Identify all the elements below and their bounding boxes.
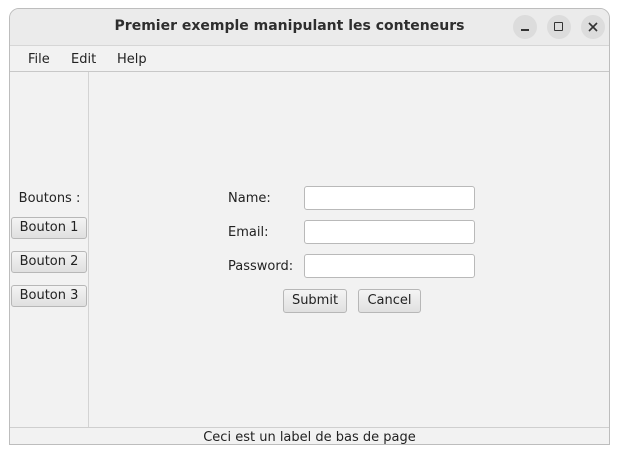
buttons-panel-label: Boutons : — [18, 191, 81, 206]
password-label: Password: — [228, 259, 294, 274]
bouton-3-button[interactable]: Bouton 3 — [11, 285, 87, 307]
app-window: Premier exemple manipulant les conteneur… — [9, 8, 610, 445]
email-field[interactable] — [304, 220, 475, 244]
title-bar[interactable]: Premier exemple manipulant les conteneur… — [10, 9, 609, 46]
minimize-button[interactable] — [513, 15, 537, 39]
buttons-panel: Boutons : Bouton 1 Bouton 2 Bouton 3 — [10, 72, 89, 427]
menu-bar: File Edit Help — [10, 46, 609, 72]
submit-button[interactable]: Submit — [283, 289, 347, 313]
password-field[interactable] — [304, 254, 475, 278]
maximize-icon — [554, 22, 563, 31]
menu-edit[interactable]: Edit — [71, 52, 96, 67]
status-label: Ceci est un label de bas de page — [203, 430, 416, 445]
email-label: Email: — [228, 225, 269, 240]
maximize-button[interactable] — [547, 15, 571, 39]
bouton-1-button[interactable]: Bouton 1 — [11, 217, 87, 239]
close-button[interactable] — [581, 15, 605, 39]
name-field[interactable] — [304, 186, 475, 210]
menu-help[interactable]: Help — [117, 52, 147, 67]
menu-file[interactable]: File — [28, 52, 50, 67]
minimize-icon — [521, 29, 529, 31]
status-bar: Ceci est un label de bas de page — [10, 427, 609, 445]
close-icon — [588, 22, 598, 32]
bouton-2-button[interactable]: Bouton 2 — [11, 251, 87, 273]
name-label: Name: — [228, 191, 271, 206]
cancel-button[interactable]: Cancel — [358, 289, 421, 313]
